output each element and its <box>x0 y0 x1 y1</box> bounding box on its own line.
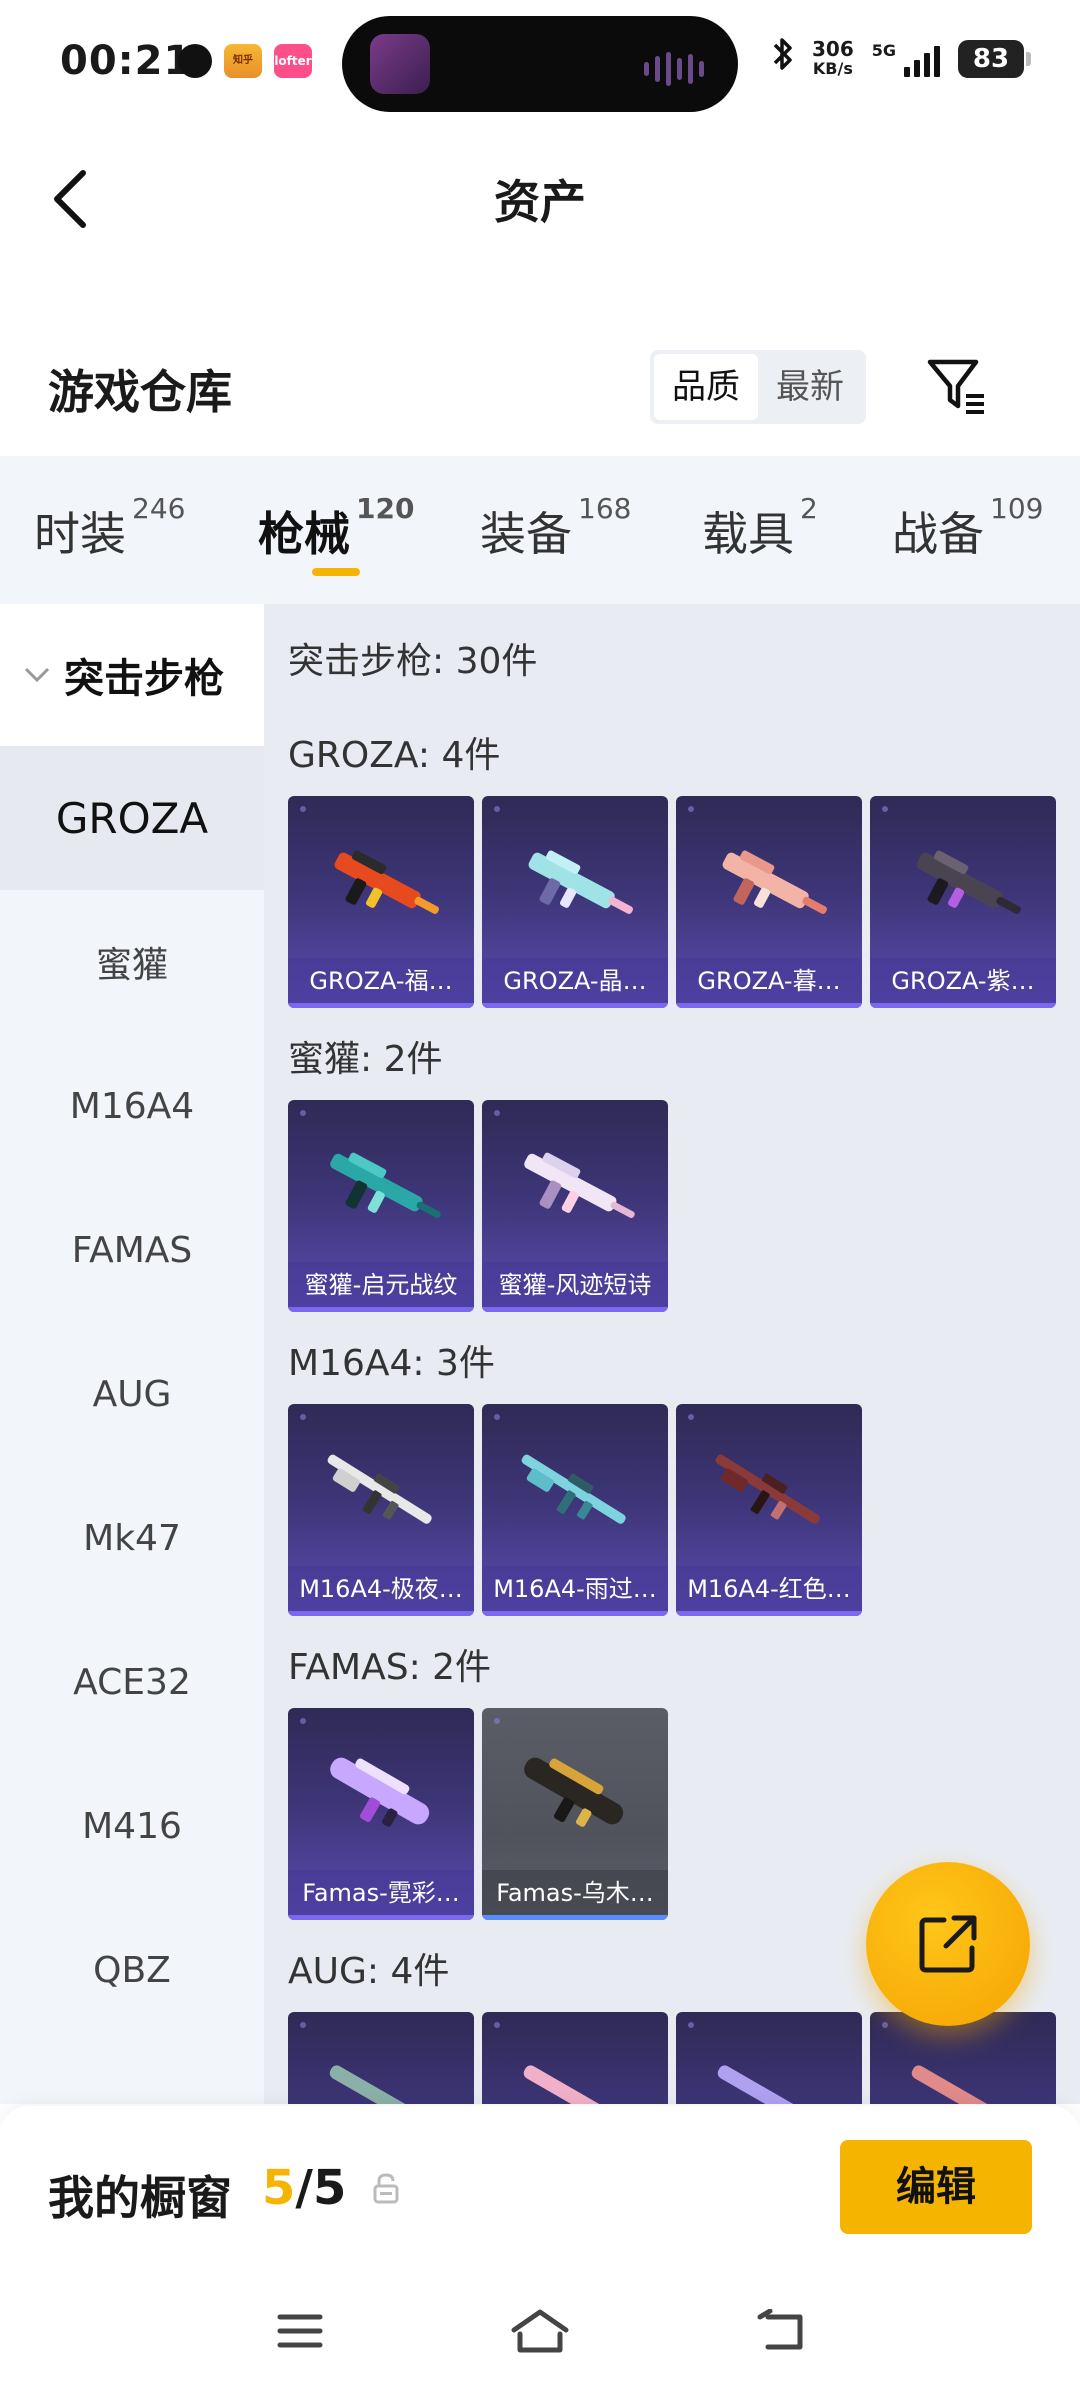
card-row <box>288 2012 1056 2104</box>
group-label: 蜜獾: 2件 <box>288 1039 443 1080</box>
sort-latest-option[interactable]: 最新 <box>758 354 862 420</box>
rifle-icon <box>329 2065 428 2104</box>
group-label: GROZA: 4件 <box>288 735 501 776</box>
status-bar: 00:21 知乎 lofter 306 KB/s 5G 83 <box>0 0 1080 126</box>
showcase-count: 5/5 <box>262 2160 347 2216</box>
battery-icon: 83 <box>958 39 1031 78</box>
notification-icons: 知乎 lofter <box>178 44 312 78</box>
weapon-card[interactable]: M16A4-红色… <box>676 1404 862 1616</box>
sidebar-item-groza[interactable]: GROZA <box>0 746 264 890</box>
card-row: GROZA-福… GROZA-晶… GROZA-暮… GROZA-紫… <box>288 796 1056 1008</box>
album-art-icon <box>370 34 430 94</box>
warehouse-bar: 游戏仓库 品质 最新 <box>0 330 1080 450</box>
weapon-card[interactable]: GROZA-晶… <box>482 796 668 1008</box>
showcase-label: 我的橱窗 <box>48 2171 232 2225</box>
group-label: M16A4: 3件 <box>288 1343 495 1384</box>
rifle-icon <box>916 850 1021 914</box>
rifle-icon <box>911 2065 1010 2104</box>
globe-icon <box>178 44 212 78</box>
group-label: AUG: 4件 <box>288 1951 450 1992</box>
status-time: 00:21 <box>60 38 193 84</box>
status-right: 306 KB/s 5G 83 <box>772 36 1031 81</box>
weapon-card[interactable]: Famas-乌木… <box>482 1708 668 1920</box>
rifle-icon <box>715 1454 820 1524</box>
rifle-icon <box>523 2065 622 2104</box>
weapon-card[interactable]: GROZA-暮… <box>676 796 862 1008</box>
home-icon <box>511 2309 569 2353</box>
sidebar-item-ace32[interactable]: ACE32 <box>0 1610 264 1754</box>
zhihu-app-icon: 知乎 <box>224 44 262 78</box>
chevron-down-icon <box>24 667 50 683</box>
bluetooth-icon <box>772 36 794 81</box>
weapon-card[interactable]: Famas-霓彩… <box>288 1708 474 1920</box>
dynamic-island[interactable] <box>342 16 738 112</box>
category-tabs: 时装 246 枪械 120 装备 168 载具 2 战备 109 <box>0 456 1080 604</box>
rifle-icon <box>524 1757 624 1827</box>
weapon-card[interactable] <box>482 2012 668 2104</box>
sidebar-item-honey-badger[interactable]: 蜜獾 <box>0 890 264 1034</box>
share-fab-button[interactable] <box>866 1862 1030 2026</box>
weapon-card[interactable]: M16A4-极夜… <box>288 1404 474 1616</box>
rifle-icon <box>327 1454 432 1524</box>
sort-quality-option[interactable]: 品质 <box>654 354 758 420</box>
network-speed: 306 KB/s <box>811 36 854 78</box>
sidebar-item-mk47[interactable]: Mk47 <box>0 1466 264 1610</box>
card-row: M16A4-极夜… M16A4-雨过… M16A4-红色… <box>288 1404 862 1616</box>
sidebar-item-aug[interactable]: AUG <box>0 1322 264 1466</box>
sidebar-item-famas[interactable]: FAMAS <box>0 1178 264 1322</box>
rifle-icon <box>521 1454 626 1524</box>
weapon-card[interactable]: 蜜獾-启元战纹 <box>288 1100 474 1312</box>
app-header: 资产 <box>0 126 1080 266</box>
lock-icon <box>373 2173 399 2204</box>
showcase-bar: 我的橱窗 5/5 编辑 <box>0 2106 1080 2266</box>
weapon-card[interactable]: M16A4-雨过… <box>482 1404 668 1616</box>
active-tab-indicator <box>312 568 360 576</box>
weapon-card[interactable]: GROZA-福… <box>288 796 474 1008</box>
back-nav-button[interactable] <box>752 2306 812 2356</box>
tab-vehicles[interactable]: 载具 2 <box>702 492 818 564</box>
rifle-icon <box>722 850 827 914</box>
card-row: Famas-霓彩… Famas-乌木… <box>288 1708 668 1920</box>
rifle-icon <box>717 2065 816 2104</box>
tab-weapons[interactable]: 枪械 120 <box>258 492 414 564</box>
filter-button[interactable] <box>918 348 994 424</box>
sidebar-group-assault-rifle[interactable]: 突击步枪 <box>0 604 264 746</box>
audio-wave-icon <box>644 52 704 86</box>
category-total: 突击步枪: 30件 <box>288 641 538 682</box>
page-title: 资产 <box>494 175 586 229</box>
weapon-card[interactable]: GROZA-紫… <box>870 796 1056 1008</box>
sort-toggle: 品质 最新 <box>650 350 866 424</box>
return-icon <box>757 2309 803 2350</box>
home-nav-button[interactable] <box>510 2306 570 2356</box>
lofter-app-icon: lofter <box>274 44 312 78</box>
sidebar-item-m416[interactable]: M416 <box>0 1754 264 1898</box>
tab-fashion[interactable]: 时装 246 <box>34 492 185 564</box>
weapon-card[interactable] <box>676 2012 862 2104</box>
menu-icon <box>277 2314 323 2348</box>
edit-button[interactable]: 编辑 <box>840 2140 1032 2234</box>
sidebar-item-m16a4[interactable]: M16A4 <box>0 1034 264 1178</box>
sidebar-item-qbz[interactable]: QBZ <box>0 1898 264 2042</box>
rifle-icon <box>524 1152 635 1218</box>
rifle-icon <box>330 1152 441 1218</box>
weapon-sidebar: 突击步枪 GROZA 蜜獾 M16A4 FAMAS AUG Mk47 ACE32… <box>0 604 264 2104</box>
filter-icon <box>927 359 984 414</box>
warehouse-title: 游戏仓库 <box>48 365 232 419</box>
tab-equipment[interactable]: 装备 168 <box>480 492 631 564</box>
tab-supplies[interactable]: 战备 109 <box>892 492 1043 564</box>
group-label: FAMAS: 2件 <box>288 1647 492 1688</box>
card-row: 蜜獾-启元战纹 蜜獾-风迹短诗 <box>288 1100 668 1312</box>
rifle-icon <box>330 1757 430 1827</box>
weapon-card[interactable]: 蜜獾-风迹短诗 <box>482 1100 668 1312</box>
weapon-card[interactable] <box>870 2012 1056 2104</box>
menu-nav-button[interactable] <box>270 2306 330 2356</box>
share-icon <box>919 1915 977 1973</box>
rifle-icon <box>334 850 439 914</box>
rifle-icon <box>528 850 633 914</box>
system-nav-bar <box>0 2266 1080 2400</box>
weapon-card[interactable] <box>288 2012 474 2104</box>
signal-icon: 5G <box>872 41 940 77</box>
